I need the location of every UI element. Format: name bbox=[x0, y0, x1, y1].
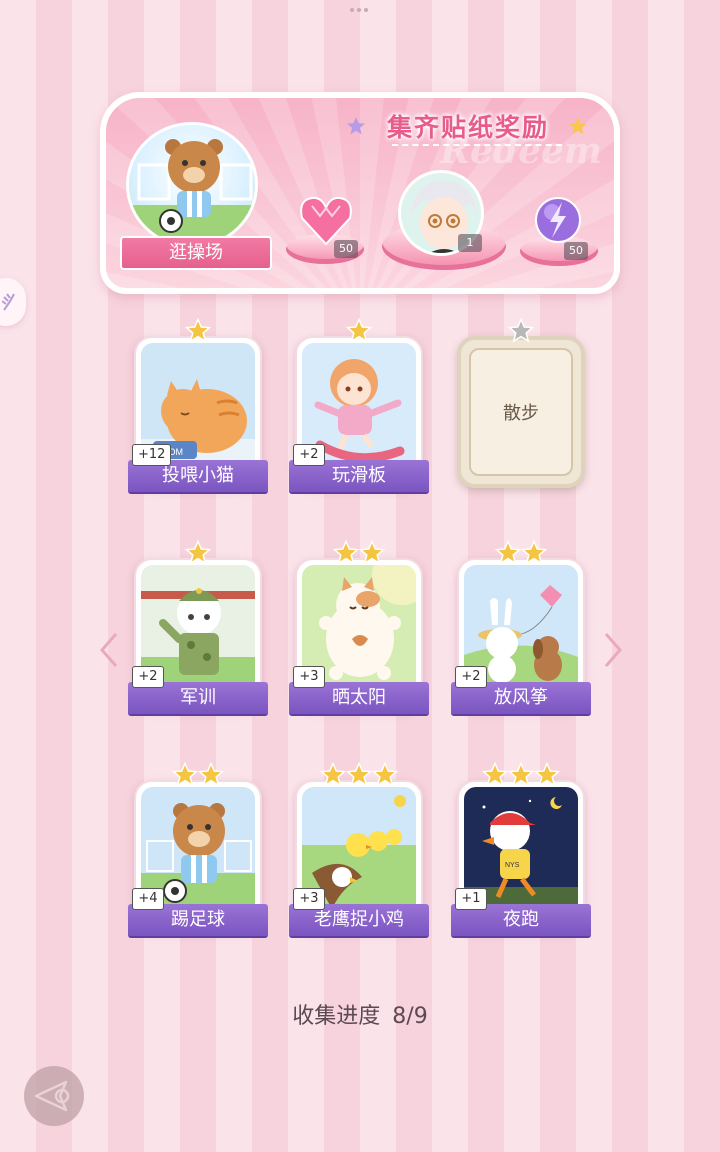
rating-star-icon bbox=[320, 762, 346, 787]
back-button[interactable] bbox=[24, 1066, 84, 1126]
purple-lightning-orb-icon[interactable] bbox=[532, 194, 584, 246]
rating-star-icon bbox=[359, 540, 385, 565]
yellow-star-icon bbox=[569, 117, 587, 135]
locked-card-label: 散步 bbox=[469, 348, 573, 476]
rating-star-icon bbox=[185, 540, 211, 565]
bear-soccer-icon bbox=[129, 139, 255, 245]
banner-title: 集齐贴纸奖励 bbox=[386, 113, 549, 142]
progress-label: 收集进度 bbox=[292, 1004, 381, 1029]
rating-star-icon bbox=[346, 762, 372, 787]
rating-star-icon bbox=[534, 762, 560, 787]
pink-heart-gem-icon[interactable] bbox=[298, 194, 354, 246]
side-menu-tab[interactable] bbox=[0, 278, 26, 326]
sticker-card[interactable]: NYS 夜跑 +1 bbox=[451, 762, 591, 936]
rating-star-icon bbox=[172, 762, 198, 787]
svg-text:NYS: NYS bbox=[505, 862, 520, 869]
sticker-card[interactable]: 晒太阳 +3 bbox=[289, 540, 429, 714]
card-bonus-badge: +2 bbox=[132, 666, 164, 688]
collection-progress: 收集进度 8/9 bbox=[0, 998, 720, 1030]
progress-value: 8/9 bbox=[392, 1004, 428, 1029]
rating-star-icon bbox=[495, 540, 521, 565]
card-bonus-badge: +2 bbox=[293, 444, 325, 466]
sticker-card[interactable]: 散步 bbox=[457, 318, 585, 488]
sticker-card[interactable]: 玩滑板 +2 bbox=[289, 318, 429, 492]
banner-underline bbox=[392, 144, 562, 146]
purple-star-icon bbox=[347, 117, 365, 135]
reward-count: 1 bbox=[458, 234, 482, 252]
chevron-left-icon[interactable] bbox=[98, 630, 120, 670]
card-bonus-badge: +4 bbox=[132, 888, 164, 910]
card-bonus-badge: +3 bbox=[293, 888, 325, 910]
card-bonus-badge: +1 bbox=[455, 888, 487, 910]
rating-star-icon bbox=[521, 540, 547, 565]
card-bonus-badge: +2 bbox=[455, 666, 487, 688]
sticker-card[interactable]: MOM 投喂小猫 +12 bbox=[128, 318, 268, 492]
main-sticker-label: 逛操场 bbox=[120, 236, 272, 270]
sticker-card[interactable]: 老鹰捉小鸡 +3 bbox=[289, 762, 429, 936]
rating-star-icon bbox=[372, 762, 398, 787]
feather-icon bbox=[2, 293, 15, 311]
card-bonus-badge: +12 bbox=[132, 444, 172, 466]
card-stars bbox=[457, 318, 585, 348]
back-arrow-icon bbox=[34, 1080, 70, 1112]
rating-star-icon bbox=[482, 762, 508, 787]
rating-star-icon bbox=[333, 540, 359, 565]
rating-star-icon bbox=[508, 762, 534, 787]
card-bonus-badge: +3 bbox=[293, 666, 325, 688]
reward-count: 50 bbox=[564, 242, 588, 260]
rating-star-icon bbox=[185, 318, 211, 343]
reward-banner: Redeem 集齐贴纸奖励 逛操场 50 1 50 bbox=[100, 92, 620, 294]
sticker-card[interactable]: 军训 +2 bbox=[128, 540, 268, 714]
chevron-right-icon[interactable] bbox=[602, 630, 624, 670]
rating-star-icon bbox=[346, 318, 372, 343]
rating-star-icon bbox=[198, 762, 224, 787]
rating-star-icon bbox=[508, 318, 534, 343]
sticker-card[interactable]: 放风筝 +2 bbox=[451, 540, 591, 714]
main-sticker-bear-soccer[interactable] bbox=[126, 122, 258, 248]
sticker-card[interactable]: 踢足球 +4 bbox=[128, 762, 268, 936]
top-handle-dots bbox=[350, 8, 370, 14]
reward-count: 50 bbox=[334, 240, 358, 258]
